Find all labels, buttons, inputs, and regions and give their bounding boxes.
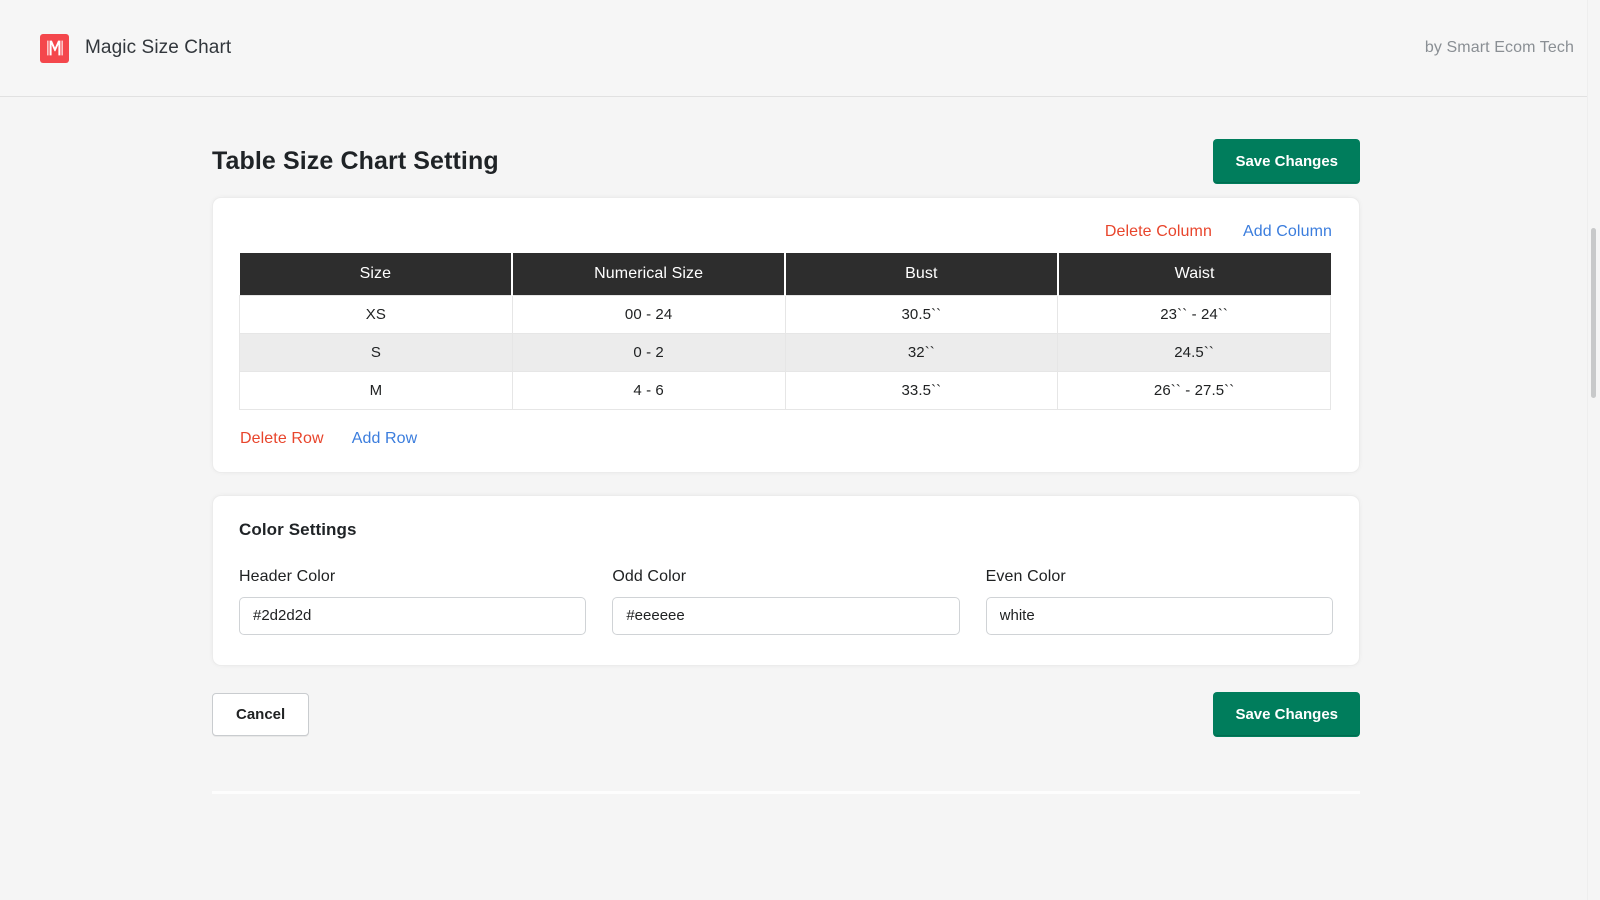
table-body: XS 00 - 24 30.5`` 23`` - 24`` S 0 - 2 32… [240, 295, 1331, 409]
cell-bust[interactable]: 33.5`` [785, 371, 1058, 409]
color-fields: Header Color Odd Color Even Color [239, 568, 1333, 635]
column-header-numerical-size[interactable]: Numerical Size [512, 253, 785, 295]
page-scrollbar-thumb[interactable] [1591, 228, 1596, 398]
column-header-bust[interactable]: Bust [785, 253, 1058, 295]
header-color-label: Header Color [239, 568, 586, 586]
page-scrollbar[interactable] [1587, 0, 1600, 900]
cell-waist[interactable]: 24.5`` [1058, 333, 1331, 371]
cell-size[interactable]: M [240, 371, 513, 409]
table-header-row: Size Numerical Size Bust Waist [240, 253, 1331, 295]
column-actions: Delete Column Add Column [239, 218, 1333, 253]
table-row: S 0 - 2 32`` 24.5`` [240, 333, 1331, 371]
odd-color-input[interactable] [612, 597, 959, 635]
page-body: Table Size Chart Setting Save Changes De… [0, 97, 1600, 900]
column-header-size[interactable]: Size [240, 253, 513, 295]
add-row-link[interactable]: Add Row [352, 430, 418, 448]
cell-bust[interactable]: 32`` [785, 333, 1058, 371]
table-head: Size Numerical Size Bust Waist [240, 253, 1331, 295]
cell-numerical-size[interactable]: 00 - 24 [512, 295, 785, 333]
header-color-field: Header Color [239, 568, 586, 635]
brand: Magic Size Chart [40, 34, 231, 63]
odd-color-label: Odd Color [612, 568, 959, 586]
page-title: Table Size Chart Setting [212, 147, 499, 176]
cell-waist[interactable]: 26`` - 27.5`` [1058, 371, 1331, 409]
even-color-label: Even Color [986, 568, 1333, 586]
even-color-input[interactable] [986, 597, 1333, 635]
brand-name: Magic Size Chart [85, 37, 231, 59]
page-header: Table Size Chart Setting Save Changes [212, 97, 1360, 189]
cell-numerical-size[interactable]: 4 - 6 [512, 371, 785, 409]
magic-m-logo-icon [40, 34, 69, 63]
cell-numerical-size[interactable]: 0 - 2 [512, 333, 785, 371]
cell-waist[interactable]: 23`` - 24`` [1058, 295, 1331, 333]
table-settings-card: Delete Column Add Column Size Numerical … [212, 197, 1360, 473]
odd-color-field: Odd Color [612, 568, 959, 635]
app-bar: Magic Size Chart by Smart Ecom Tech [0, 0, 1600, 97]
cell-bust[interactable]: 30.5`` [785, 295, 1058, 333]
column-header-waist[interactable]: Waist [1058, 253, 1331, 295]
footer-actions: Cancel Save Changes [212, 666, 1360, 737]
cancel-button[interactable]: Cancel [212, 693, 309, 736]
save-changes-button-top[interactable]: Save Changes [1213, 139, 1360, 184]
color-settings-card: Color Settings Header Color Odd Color Ev… [212, 495, 1360, 666]
cell-size[interactable]: S [240, 333, 513, 371]
size-chart-table: Size Numerical Size Bust Waist XS 00 - 2… [239, 253, 1331, 410]
content-wrapper: Table Size Chart Setting Save Changes De… [212, 97, 1360, 737]
table-row: XS 00 - 24 30.5`` 23`` - 24`` [240, 295, 1331, 333]
even-color-field: Even Color [986, 568, 1333, 635]
delete-column-link[interactable]: Delete Column [1105, 223, 1212, 241]
header-color-input[interactable] [239, 597, 586, 635]
add-column-link[interactable]: Add Column [1243, 223, 1332, 241]
table-row: M 4 - 6 33.5`` 26`` - 27.5`` [240, 371, 1331, 409]
delete-row-link[interactable]: Delete Row [240, 430, 324, 448]
byline: by Smart Ecom Tech [1425, 39, 1574, 57]
color-settings-title: Color Settings [239, 520, 1333, 540]
save-changes-button-bottom[interactable]: Save Changes [1213, 692, 1360, 737]
bottom-divider [212, 791, 1360, 794]
row-actions: Delete Row Add Row [239, 410, 1333, 448]
cell-size[interactable]: XS [240, 295, 513, 333]
